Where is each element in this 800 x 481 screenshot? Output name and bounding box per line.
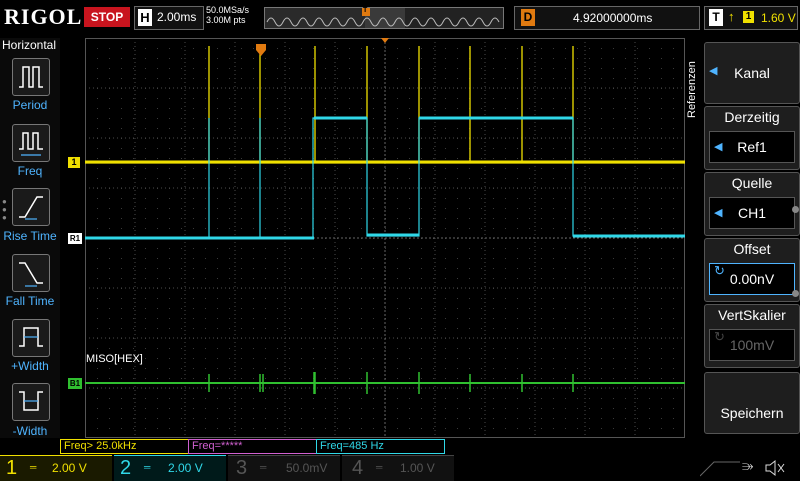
channel-status-bar: 1 ═ 2.00 V 2 ═ 2.00 V 3 ═ 50.0mV 4 ═ 1.0…: [0, 455, 800, 481]
neg-width-label: -Width: [12, 424, 48, 438]
bus1-offset-marker[interactable]: B1: [68, 378, 82, 389]
measurement-ch3-freq[interactable]: Freq=*****: [188, 439, 317, 454]
speichern-softkey[interactable]: Speichern: [704, 372, 800, 434]
usb-icon: ⭄: [742, 458, 754, 474]
vertskalier-title: VertSkalier: [718, 307, 786, 323]
timebase-key: H: [138, 9, 152, 26]
delay-box[interactable]: D 4.92000000ms: [514, 6, 700, 30]
derzeitig-value: Ref1: [737, 139, 767, 155]
top-status-bar: RIGOL STOP H 2.00ms 50.0MSa/s 3.00M pts …: [0, 0, 800, 36]
rotary-knob-icon: ↻: [714, 263, 725, 278]
freq-button[interactable]: [12, 124, 50, 162]
rise-time-icon: [19, 196, 43, 220]
ch4-tab[interactable]: 4 ═ 1.00 V: [342, 455, 454, 481]
left-menu-title: Horizontal: [2, 38, 57, 52]
freq-label: Freq: [17, 164, 43, 178]
derzeitig-value-box: ◀ Ref1: [709, 131, 795, 163]
rise-time-label: Rise Time: [3, 229, 57, 243]
memory-depth: 3.00M pts: [206, 15, 246, 25]
pos-width-label: +Width: [11, 359, 49, 373]
rise-time-button[interactable]: [12, 188, 50, 226]
menu-page-dot-1: [792, 206, 799, 213]
dc-coupling-icon: ═: [30, 462, 37, 472]
ch1-number: 1: [6, 457, 18, 479]
timebase-value: 2.00ms: [157, 10, 197, 24]
speaker-muted-icon[interactable]: [764, 459, 786, 477]
pos-width-button[interactable]: [12, 319, 50, 357]
menu-page-dot-2: [792, 290, 799, 297]
offset-title: Offset: [733, 241, 771, 257]
memory-overview-strip[interactable]: T: [264, 7, 504, 29]
offset-value: 0.00nV: [729, 271, 775, 287]
bus-decode-label: MISO[HEX]: [86, 353, 143, 365]
ch3-tab[interactable]: 3 ═ 50.0mV: [228, 455, 340, 481]
menu-scroll-dots: ● ● ●: [2, 197, 7, 222]
notification-area-icon: [700, 461, 740, 477]
ch4-number: 4: [352, 457, 364, 479]
ref1-offset-marker[interactable]: R1: [68, 233, 82, 244]
quelle-title: Quelle: [731, 175, 773, 191]
dc-coupling-icon: ═: [144, 462, 151, 472]
ch3-scale: 50.0mV: [286, 461, 328, 475]
right-softkey-menu: Referenzen ◀ Kanal Derzeitig ◀ Ref1 Quel…: [686, 38, 800, 438]
left-measure-menu: Horizontal Period Freq ● ● ● Rise Time Fal…: [0, 38, 60, 438]
period-icon: [19, 66, 43, 88]
kanal-value: Kanal: [734, 65, 770, 81]
derzeitig-title: Derzeitig: [724, 109, 780, 125]
delay-key: D: [521, 9, 535, 26]
menu-vertical-title: Referenzen: [686, 61, 698, 119]
derzeitig-softkey[interactable]: Derzeitig ◀ Ref1: [704, 106, 800, 170]
pos-width-icon: [19, 327, 43, 347]
offset-value-box: ↻ 0.00nV: [709, 263, 795, 295]
kanal-softkey[interactable]: ◀ Kanal: [704, 42, 800, 104]
period-button[interactable]: [12, 58, 50, 96]
ch4-scale: 1.00 V: [400, 461, 435, 475]
rigol-logo: RIGOL: [4, 4, 83, 29]
dc-coupling-icon: ═: [376, 462, 383, 472]
measurement-ch2-freq[interactable]: Freq=485 Hz: [316, 439, 445, 454]
rising-edge-icon: ↑: [728, 9, 735, 24]
memory-waveform-icon: [265, 8, 500, 28]
offset-softkey[interactable]: Offset ↻ 0.00nV: [704, 238, 800, 302]
vertskalier-softkey[interactable]: VertSkalier ↻ 100mV: [704, 304, 800, 368]
ch2-scale: 2.00 V: [168, 461, 203, 475]
waveform-display[interactable]: [85, 38, 685, 438]
ch1-scale: 2.00 V: [52, 461, 87, 475]
memory-trigger-marker: T: [363, 7, 368, 14]
trigger-source: 1: [743, 11, 754, 23]
quelle-value-box: ◀ CH1: [709, 197, 795, 229]
trigger-level: 1.60 V: [761, 11, 796, 25]
derzeitig-arrow-icon: ◀: [714, 141, 723, 153]
trigger-key: T: [709, 9, 723, 26]
sample-info: 50.0MSa/s 3.00M pts: [206, 5, 249, 25]
vertskalier-value: 100mV: [729, 337, 775, 353]
vertskalier-value-box: ↻ 100mV: [709, 329, 795, 361]
run-stop-indicator[interactable]: STOP: [84, 7, 130, 27]
neg-width-button[interactable]: [12, 383, 50, 421]
ch1-tab[interactable]: 1 ═ 2.00 V: [0, 455, 112, 481]
ch2-tab[interactable]: 2 ═ 2.00 V: [114, 455, 226, 481]
quelle-arrow-icon: ◀: [714, 207, 723, 219]
speichern-label: Speichern: [720, 405, 784, 421]
ch3-number: 3: [236, 457, 248, 479]
trigger-t-label: T: [178, 42, 184, 52]
freq-icon: [19, 132, 43, 156]
neg-width-icon: [19, 391, 43, 411]
ch2-number: 2: [120, 457, 132, 479]
fall-time-button[interactable]: [12, 254, 50, 292]
quelle-softkey[interactable]: Quelle ◀ CH1: [704, 172, 800, 236]
period-label: Period: [12, 98, 48, 112]
quelle-value: CH1: [737, 205, 766, 221]
measurement-ch1-freq[interactable]: Freq> 25.0kHz: [60, 439, 189, 454]
dc-coupling-icon: ═: [260, 462, 267, 472]
rotary-knob-disabled-icon: ↻: [714, 329, 725, 344]
delay-value: 4.92000000ms: [573, 11, 653, 25]
trigger-box[interactable]: T ↑ 1 1.60 V: [704, 6, 798, 30]
fall-time-label: Fall Time: [5, 294, 55, 308]
fall-time-icon: [19, 262, 43, 287]
timebase-box[interactable]: H 2.00ms: [134, 6, 204, 30]
sample-rate: 50.0MSa/s: [206, 5, 250, 15]
ch1-offset-marker[interactable]: 1: [68, 157, 80, 168]
